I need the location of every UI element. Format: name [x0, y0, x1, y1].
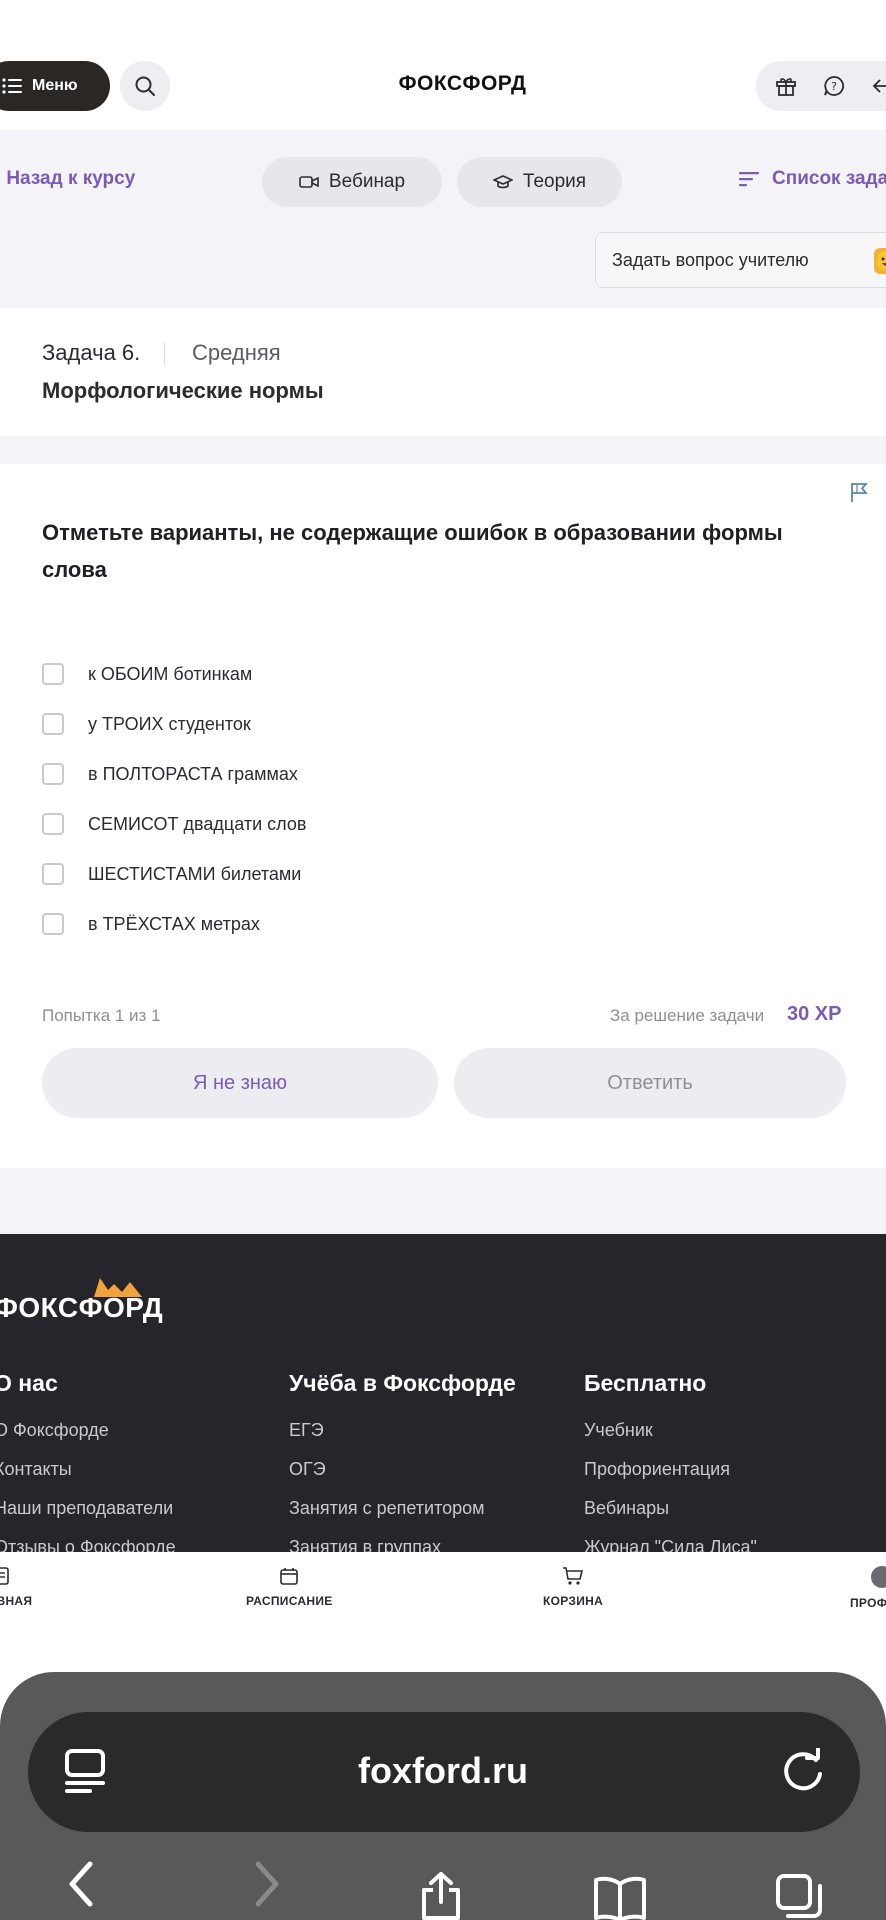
- ask-teacher-label: Задать вопрос учителю: [612, 249, 809, 270]
- tab-profile[interactable]: ПРОФИЛЬ: [850, 1566, 886, 1610]
- tasks-list-link[interactable]: Список задач: [738, 168, 886, 190]
- option-label: СЕМИСОТ двадцати слов: [88, 813, 307, 834]
- tab-home[interactable]: ГЛАВНАЯ: [0, 1566, 32, 1608]
- back-to-course-link[interactable]: ‹ Назад к курсу: [0, 168, 135, 190]
- footer-column-title: Учёба в Фоксфорде: [289, 1370, 516, 1396]
- footer-column-title: О нас: [0, 1370, 58, 1396]
- tabs-icon[interactable]: [774, 1872, 826, 1920]
- back-label: Назад к курсу: [6, 168, 136, 189]
- answer-option[interactable]: ШЕСТИСТАМИ билетами: [42, 863, 301, 885]
- smile-emoji-icon: [874, 248, 886, 274]
- task-topic-title: Морфологические нормы: [42, 378, 324, 403]
- tab-label: ГЛАВНАЯ: [0, 1594, 33, 1608]
- checkbox[interactable]: [42, 863, 64, 885]
- section-gap: [0, 1168, 886, 1234]
- checkbox[interactable]: [42, 913, 64, 935]
- footer-link[interactable]: Учебник: [584, 1420, 653, 1441]
- video-camera-icon: [299, 176, 319, 188]
- bookmarks-book-icon[interactable]: [592, 1876, 648, 1920]
- checkbox[interactable]: [42, 713, 64, 735]
- footer-logo[interactable]: ФОКСФОРД: [0, 1292, 163, 1324]
- calendar-icon: [280, 1568, 299, 1585]
- graduation-cap-icon: [492, 175, 513, 189]
- tasks-list-label: Список задач: [772, 168, 886, 189]
- tab-cart[interactable]: КОРЗИНА: [543, 1566, 603, 1608]
- share-icon[interactable]: [418, 1872, 464, 1920]
- search-button[interactable]: [120, 61, 170, 111]
- footer-link[interactable]: ОГЭ: [289, 1459, 326, 1480]
- footer-link[interactable]: О Фоксфорде: [0, 1420, 109, 1441]
- tab-label: РАСПИСАНИЕ: [246, 1594, 333, 1608]
- option-label: в ТРЁХСТАХ метрах: [88, 913, 260, 934]
- forward-arrow-icon[interactable]: [252, 1860, 282, 1910]
- reward-label: За решение задачи: [610, 1006, 765, 1025]
- tab-label: ПРОФИЛЬ: [850, 1596, 886, 1610]
- list-icon: [739, 172, 759, 187]
- option-label: в ПОЛТОРАСТА граммах: [88, 763, 298, 784]
- footer-link[interactable]: Занятия с репетитором: [289, 1498, 485, 1519]
- answer-option[interactable]: в ПОЛТОРАСТА граммах: [42, 763, 298, 785]
- task-number: Задача 6.: [42, 340, 141, 365]
- ask-teacher-button[interactable]: Задать вопрос учителю: [595, 232, 886, 288]
- footer-link[interactable]: Контакты: [0, 1459, 72, 1480]
- url-text: foxford.ru: [358, 1750, 528, 1791]
- tab-schedule[interactable]: РАСПИСАНИЕ: [246, 1566, 333, 1608]
- back-arrow-icon[interactable]: [66, 1860, 96, 1910]
- book-icon: [0, 1567, 9, 1585]
- checkbox[interactable]: [42, 813, 64, 835]
- menu-label: Меню: [32, 77, 78, 94]
- checkbox[interactable]: [42, 763, 64, 785]
- dont-know-button[interactable]: Я не знаю: [42, 1048, 438, 1118]
- attempt-counter: Попытка 1 из 1: [42, 1006, 161, 1025]
- site-logo[interactable]: ФОКСФОРД: [340, 72, 585, 96]
- gift-icon[interactable]: [774, 74, 798, 98]
- section-gap: [0, 436, 886, 464]
- avatar: [870, 1566, 886, 1588]
- search-icon: [135, 76, 155, 96]
- tab-label: КОРЗИНА: [543, 1594, 604, 1608]
- theory-label: Теория: [522, 171, 587, 192]
- option-label: ШЕСТИСТАМИ билетами: [88, 863, 302, 884]
- divider: [164, 343, 165, 365]
- webinar-label: Вебинар: [328, 171, 406, 192]
- cart-icon: [563, 1567, 584, 1585]
- header-actions: ?: [756, 61, 886, 111]
- footer-link[interactable]: Вебинары: [584, 1498, 669, 1519]
- footer-link[interactable]: Наши преподаватели: [0, 1498, 173, 1519]
- option-label: у ТРОИХ студенток: [88, 713, 251, 734]
- footer-link[interactable]: Профориентация: [584, 1459, 730, 1480]
- answer-option[interactable]: СЕМИСОТ двадцати слов: [42, 813, 306, 835]
- footer-column-title: Бесплатно: [584, 1370, 707, 1396]
- submit-answer-button[interactable]: Ответить: [454, 1048, 846, 1118]
- option-label: к ОБОИМ ботинкам: [88, 663, 253, 684]
- report-flag-icon[interactable]: [848, 480, 872, 509]
- bottom-tab-bar: [0, 1552, 886, 1652]
- task-difficulty: Средняя: [192, 340, 281, 365]
- reward-xp: 30 XP: [787, 1003, 842, 1025]
- reload-icon[interactable]: [780, 1748, 826, 1794]
- task-header-card: [0, 308, 886, 436]
- exit-icon[interactable]: [870, 74, 886, 98]
- footer-link[interactable]: ЕГЭ: [289, 1420, 324, 1441]
- svg-text:?: ?: [831, 80, 837, 93]
- question-text: Отметьте варианты, не содержащие ошибок …: [42, 520, 783, 582]
- help-icon[interactable]: ?: [822, 74, 846, 98]
- menu-icon: [2, 78, 22, 94]
- webinar-button[interactable]: Вебинар: [262, 157, 442, 207]
- answer-option[interactable]: у ТРОИХ студенток: [42, 713, 251, 735]
- menu-button[interactable]: Меню: [0, 61, 110, 111]
- answer-option[interactable]: к ОБОИМ ботинкам: [42, 663, 252, 685]
- theory-button[interactable]: Теория: [457, 157, 622, 207]
- checkbox[interactable]: [42, 663, 64, 685]
- answer-option[interactable]: в ТРЁХСТАХ метрах: [42, 913, 260, 935]
